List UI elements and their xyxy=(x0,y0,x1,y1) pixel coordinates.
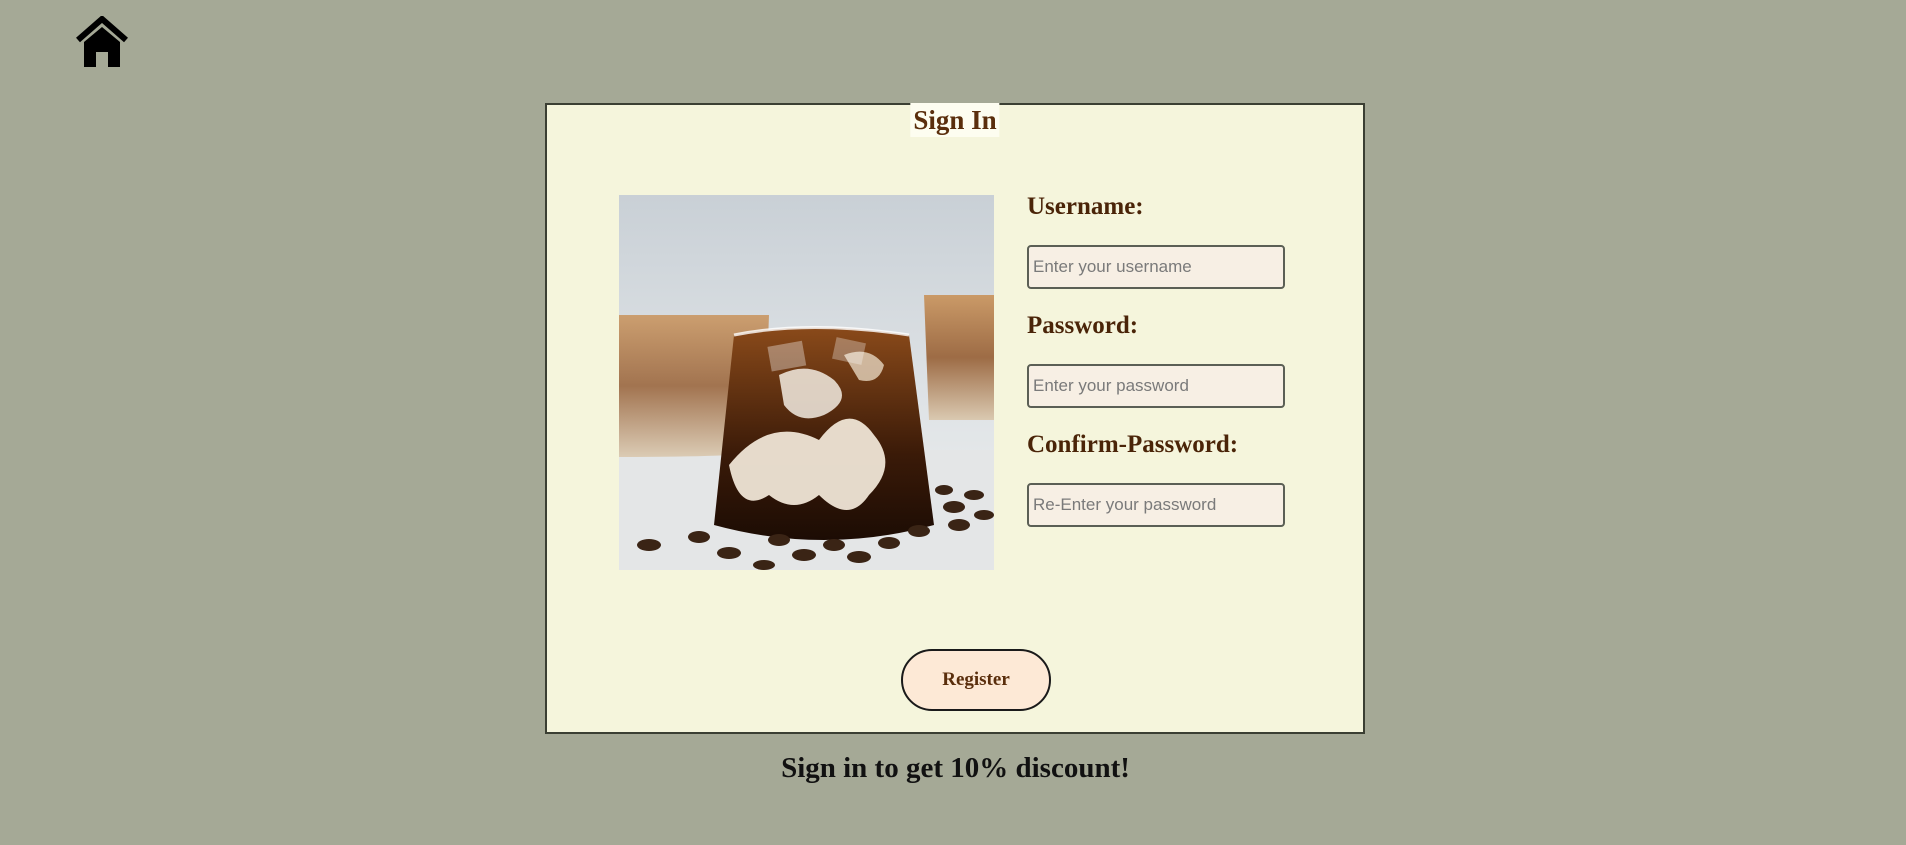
home-link[interactable] xyxy=(75,16,129,68)
discount-promo-text: Sign in to get 10% discount! xyxy=(781,752,1130,784)
home-icon xyxy=(76,16,128,67)
sign-in-card: Sign In Username: Enter your username Pa… xyxy=(545,103,1365,734)
confirm-password-input[interactable] xyxy=(1027,483,1285,527)
iced-coffee-image xyxy=(619,195,994,570)
username-label: Username: xyxy=(1027,193,1144,220)
username-input[interactable] xyxy=(1027,245,1285,289)
card-title: Sign In xyxy=(910,103,1000,137)
password-label: Password: xyxy=(1027,312,1139,339)
confirm-password-label: Confirm-Password: xyxy=(1027,431,1239,458)
password-input[interactable] xyxy=(1027,364,1285,408)
register-button[interactable]: Register xyxy=(901,649,1051,711)
